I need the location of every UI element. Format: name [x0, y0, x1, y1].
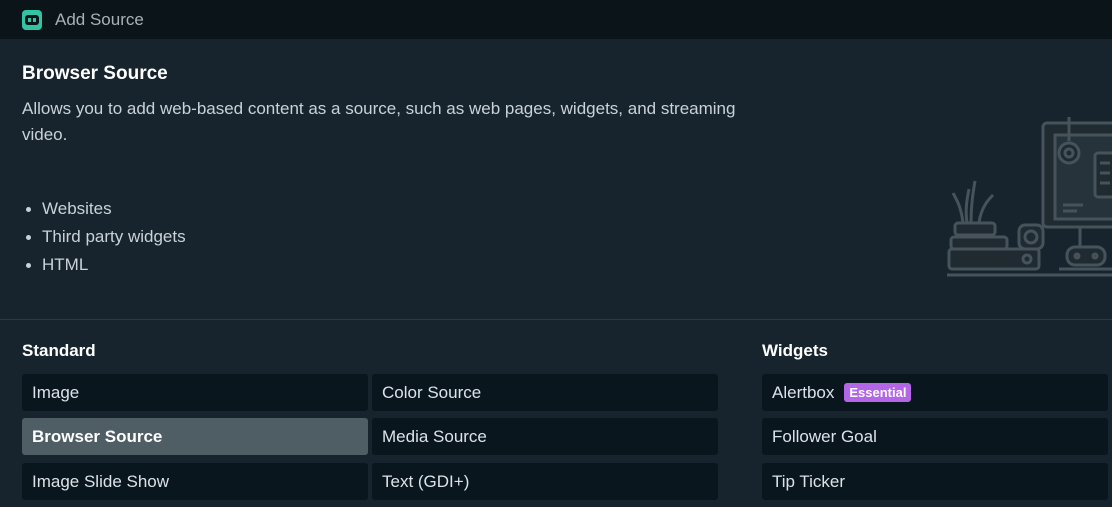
source-info-panel: Browser Source Allows you to add web-bas…: [0, 39, 1112, 319]
widget-tile-alertbox[interactable]: Alertbox Essential: [762, 374, 1108, 411]
essential-badge: Essential: [844, 383, 912, 402]
source-tile-image-slide-show[interactable]: Image Slide Show: [22, 463, 368, 500]
widget-tile-tip-ticker[interactable]: Tip Ticker: [762, 463, 1108, 500]
feature-item: Third party widgets: [22, 223, 186, 251]
tile-label: Image: [32, 382, 80, 402]
source-title: Browser Source: [22, 63, 168, 84]
tile-label: Browser Source: [32, 426, 163, 446]
tile-label: Alertbox: [772, 382, 835, 402]
widget-tile-follower-goal[interactable]: Follower Goal: [762, 418, 1108, 455]
tile-label: Color Source: [382, 382, 482, 402]
tile-label: Image Slide Show: [32, 471, 170, 491]
section-divider: [0, 319, 1112, 320]
source-description: Allows you to add web-based content as a…: [22, 99, 736, 144]
feature-list: Websites Third party widgets HTML: [22, 195, 186, 279]
widgets-section-label: Widgets: [762, 341, 828, 360]
tile-label: Follower Goal: [772, 426, 877, 446]
window-title: Add Source: [55, 9, 144, 29]
streamlabs-app-icon: [22, 9, 42, 30]
source-tile-image[interactable]: Image: [22, 374, 368, 411]
tile-label: Text (GDI+): [382, 471, 470, 491]
feature-item: Websites: [22, 195, 186, 223]
source-tile-text-gdi[interactable]: Text (GDI+): [372, 463, 718, 500]
feature-item: HTML: [22, 251, 186, 279]
source-tile-media-source[interactable]: Media Source: [372, 418, 718, 455]
title-bar: Add Source: [0, 0, 1112, 39]
source-tile-browser-source[interactable]: Browser Source: [22, 418, 368, 455]
standard-section-label: Standard: [22, 341, 96, 360]
tile-label: Media Source: [382, 426, 487, 446]
desk-monitor-illustration: [947, 117, 1112, 277]
tile-label: Tip Ticker: [772, 471, 846, 491]
source-tile-color-source[interactable]: Color Source: [372, 374, 718, 411]
